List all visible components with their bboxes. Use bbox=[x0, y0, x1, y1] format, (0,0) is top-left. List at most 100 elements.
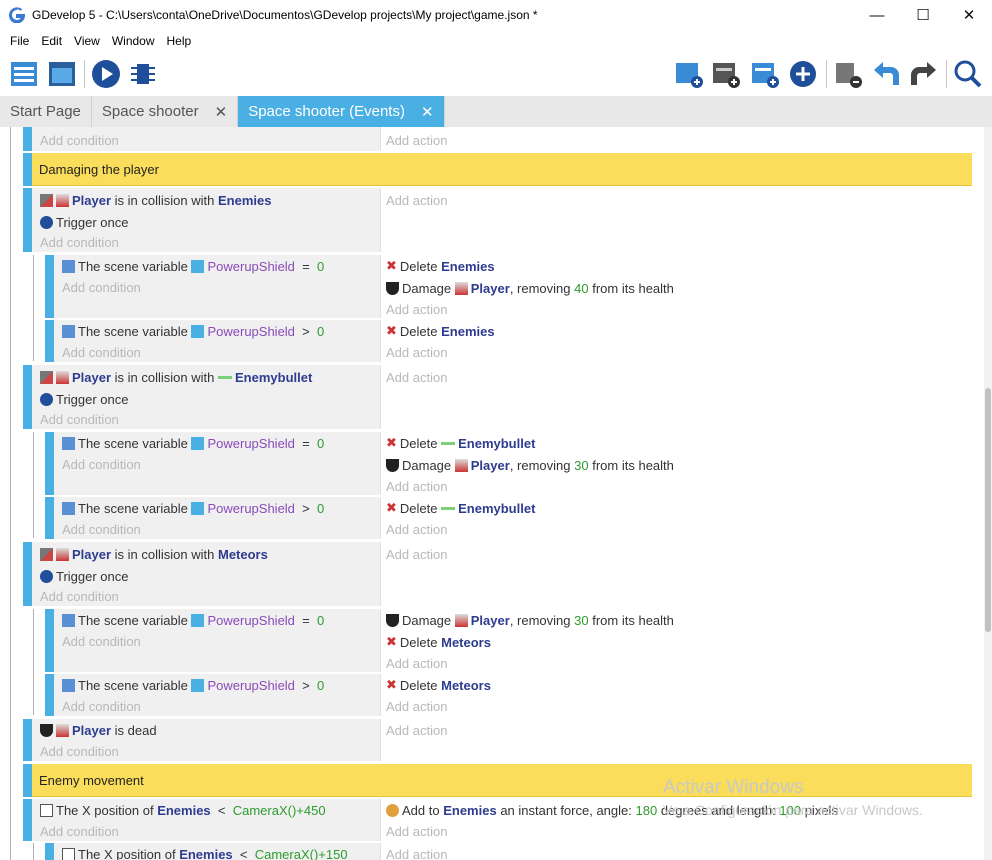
tree-guide-line bbox=[33, 843, 34, 860]
event-bar[interactable] bbox=[45, 609, 54, 672]
tab-start-page[interactable]: Start Page bbox=[0, 96, 92, 127]
condition-scene-variable[interactable]: The scene variable PowerupShield = 0 bbox=[62, 610, 324, 630]
minimize-button[interactable]: — bbox=[854, 0, 900, 30]
menu-window[interactable]: Window bbox=[106, 34, 161, 48]
add-condition-link[interactable]: Add condition bbox=[62, 277, 141, 297]
add-action-link[interactable]: Add action bbox=[386, 190, 447, 210]
menu-help[interactable]: Help bbox=[161, 34, 198, 48]
add-condition-link[interactable]: Add condition bbox=[62, 342, 141, 362]
add-condition-link[interactable]: Add condition bbox=[62, 631, 141, 651]
project-manager-icon[interactable] bbox=[8, 58, 40, 90]
player-ship-icon bbox=[454, 281, 468, 295]
action-damage[interactable]: Damage Player, removing 30 from its heal… bbox=[386, 455, 674, 475]
add-other-icon[interactable] bbox=[787, 58, 819, 90]
add-action-link[interactable]: Add action bbox=[386, 476, 447, 496]
add-action-link[interactable]: Add action bbox=[386, 519, 447, 539]
action-delete[interactable]: ✖ Delete Meteors bbox=[386, 632, 491, 652]
add-action-link[interactable]: Add action bbox=[386, 844, 447, 860]
delete-event-icon[interactable] bbox=[832, 58, 864, 90]
condition-is-dead[interactable]: Player is dead bbox=[40, 720, 157, 740]
action-delete[interactable]: ✖ Delete Enemies bbox=[386, 256, 495, 276]
add-action-link[interactable]: Add action bbox=[386, 367, 447, 387]
add-condition-link[interactable]: Add condition bbox=[62, 454, 141, 474]
event-bar[interactable] bbox=[23, 153, 32, 186]
event-bar[interactable] bbox=[45, 432, 54, 495]
add-action-link[interactable]: Add action bbox=[386, 544, 447, 564]
action-delete[interactable]: ✖ Delete Enemies bbox=[386, 321, 495, 341]
tab-space-shooter-events[interactable]: Space shooter (Events) ✕ bbox=[238, 96, 445, 127]
condition-scene-variable[interactable]: The scene variable PowerupShield > 0 bbox=[62, 498, 324, 518]
condition-scene-variable[interactable]: The scene variable PowerupShield = 0 bbox=[62, 433, 324, 453]
event-bar[interactable] bbox=[23, 365, 32, 429]
event-bar[interactable] bbox=[23, 719, 32, 761]
event-bar[interactable] bbox=[45, 497, 54, 539]
close-tab-icon[interactable]: ✕ bbox=[421, 103, 434, 121]
condition-trigger-once[interactable]: Trigger once bbox=[40, 566, 129, 586]
menu-edit[interactable]: Edit bbox=[35, 34, 68, 48]
add-condition-link[interactable]: Add condition bbox=[40, 821, 119, 841]
add-event-icon[interactable] bbox=[673, 58, 705, 90]
event-bar[interactable] bbox=[45, 255, 54, 318]
add-condition-link[interactable]: Add condition bbox=[62, 519, 141, 539]
condition-scene-variable[interactable]: The scene variable PowerupShield > 0 bbox=[62, 321, 324, 341]
condition-x-position[interactable]: The X position of Enemies < CameraX()+45… bbox=[40, 800, 326, 820]
preview-play-icon[interactable] bbox=[90, 58, 122, 90]
condition-scene-variable[interactable]: The scene variable PowerupShield > 0 bbox=[62, 675, 324, 695]
action-damage[interactable]: Damage Player, removing 30 from its heal… bbox=[386, 610, 674, 630]
sentence-text: The scene variable bbox=[78, 612, 188, 628]
event-bar[interactable] bbox=[23, 799, 32, 841]
condition-collision[interactable]: Player is in collision with Enemybullet bbox=[40, 367, 312, 387]
add-subevent-icon[interactable] bbox=[710, 58, 742, 90]
tab-space-shooter[interactable]: Space shooter ✕ bbox=[92, 96, 239, 127]
condition-scene-variable[interactable]: The scene variable PowerupShield = 0 bbox=[62, 256, 324, 276]
add-comment-icon[interactable] bbox=[749, 58, 781, 90]
add-condition-link[interactable]: Add condition bbox=[40, 130, 119, 150]
event-bar[interactable] bbox=[23, 188, 32, 252]
add-condition-link[interactable]: Add condition bbox=[40, 232, 119, 252]
add-action-link[interactable]: Add action bbox=[386, 299, 447, 319]
sentence-text: , removing bbox=[509, 612, 571, 628]
condition-trigger-once[interactable]: Trigger once bbox=[40, 212, 129, 232]
search-icon[interactable] bbox=[952, 58, 984, 90]
actions-panel: Add action bbox=[381, 365, 972, 429]
debugger-bug-icon[interactable] bbox=[127, 58, 159, 90]
add-action-link[interactable]: Add action bbox=[386, 696, 447, 716]
object-enemies: Enemies bbox=[441, 258, 495, 274]
menu-file[interactable]: File bbox=[4, 34, 35, 48]
condition-trigger-once[interactable]: Trigger once bbox=[40, 389, 129, 409]
action-delete[interactable]: ✖ Delete Enemybullet bbox=[386, 498, 535, 518]
redo-icon[interactable] bbox=[908, 58, 940, 90]
add-condition-link[interactable]: Add condition bbox=[40, 409, 119, 429]
add-action-link[interactable]: Add action bbox=[386, 821, 447, 841]
action-delete[interactable]: ✖ Delete Meteors bbox=[386, 675, 491, 695]
close-button[interactable]: ✕ bbox=[946, 0, 992, 30]
add-condition-link[interactable]: Add condition bbox=[40, 741, 119, 761]
maximize-button[interactable]: ☐ bbox=[900, 0, 946, 30]
event-bar[interactable] bbox=[45, 843, 54, 860]
add-condition-link[interactable]: Add condition bbox=[40, 586, 119, 606]
add-action-link[interactable]: Add action bbox=[386, 653, 447, 673]
add-condition-link[interactable]: Add condition bbox=[62, 696, 141, 716]
action-delete[interactable]: ✖ Delete Enemybullet bbox=[386, 433, 535, 453]
event-bar[interactable] bbox=[45, 320, 54, 362]
menu-view[interactable]: View bbox=[68, 34, 106, 48]
add-action-link[interactable]: Add action bbox=[386, 130, 447, 150]
scene-window-icon[interactable] bbox=[46, 58, 78, 90]
event-bar[interactable] bbox=[23, 764, 32, 797]
scrollbar-thumb[interactable] bbox=[985, 388, 991, 632]
close-tab-icon[interactable]: ✕ bbox=[215, 103, 228, 121]
add-action-link[interactable]: Add action bbox=[386, 342, 447, 362]
event-bar[interactable] bbox=[23, 127, 32, 151]
object-enemies: Enemies bbox=[443, 802, 497, 818]
event-bar[interactable] bbox=[23, 542, 32, 606]
event-bar[interactable] bbox=[45, 674, 54, 716]
action-damage[interactable]: Damage Player, removing 40 from its heal… bbox=[386, 278, 674, 298]
condition-collision[interactable]: Player is in collision with Meteors bbox=[40, 544, 268, 564]
group-enemy-movement[interactable]: Enemy movement bbox=[32, 764, 972, 797]
condition-collision[interactable]: Player is in collision with Enemies bbox=[40, 190, 271, 210]
condition-x-position[interactable]: The X position of Enemies < CameraX()+15… bbox=[62, 844, 348, 860]
group-damaging-the-player[interactable]: Damaging the player bbox=[32, 153, 972, 186]
add-action-link[interactable]: Add action bbox=[386, 720, 447, 740]
value: 0 bbox=[316, 612, 325, 628]
undo-icon[interactable] bbox=[870, 58, 902, 90]
